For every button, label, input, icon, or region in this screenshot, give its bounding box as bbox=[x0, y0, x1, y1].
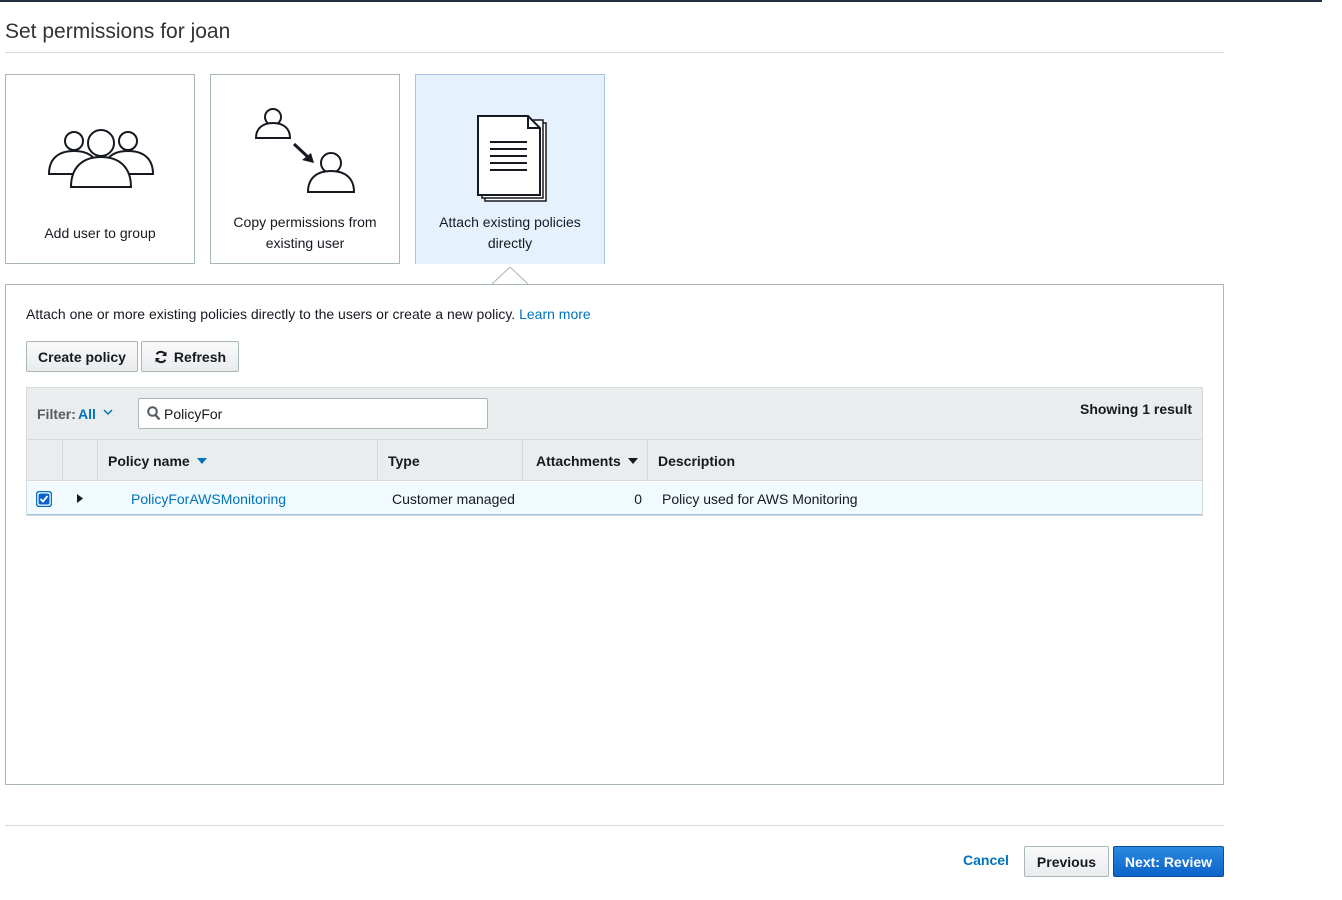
filter-dropdown[interactable]: All bbox=[78, 406, 96, 422]
search-icon bbox=[147, 406, 161, 421]
option-label: Add user to group bbox=[44, 225, 156, 241]
description-cell: Policy used for AWS Monitoring bbox=[662, 490, 858, 507]
option-label: Copy permissions from existing user bbox=[233, 214, 377, 251]
top-bar bbox=[0, 0, 1322, 2]
copy-user-icon bbox=[254, 108, 356, 193]
policy-name-cell: PolicyForAWSMonitoring bbox=[131, 482, 286, 515]
type-cell: Customer managed bbox=[392, 490, 515, 507]
results-count: Showing 1 result bbox=[1079, 401, 1192, 417]
column-label: Policy name bbox=[108, 452, 190, 469]
table-toolbar: Filter: All Showing 1 result bbox=[27, 388, 1202, 440]
option-add-user-to-group[interactable]: Add user to group bbox=[5, 74, 195, 264]
column-header-description[interactable]: Description bbox=[647, 440, 1202, 481]
row-expand-toggle[interactable] bbox=[77, 482, 83, 515]
search-input[interactable] bbox=[164, 403, 479, 425]
next-review-button[interactable]: Next: Review bbox=[1113, 846, 1224, 877]
policy-name-link[interactable]: PolicyForAWSMonitoring bbox=[131, 491, 286, 507]
refresh-icon bbox=[155, 350, 167, 363]
footer-divider bbox=[5, 825, 1224, 826]
option-label: Attach existing policies directly bbox=[439, 214, 581, 251]
column-header-attachments[interactable]: Attachments bbox=[522, 440, 647, 481]
sort-icon bbox=[627, 457, 638, 464]
previous-button[interactable]: Previous bbox=[1024, 846, 1109, 877]
intro-text: Attach one or more existing policies dir… bbox=[26, 306, 516, 322]
page-title: Set permissions for joan bbox=[5, 20, 231, 43]
cancel-button[interactable]: Cancel bbox=[963, 852, 1009, 868]
panel-intro: Attach one or more existing policies dir… bbox=[26, 306, 591, 322]
column-header-policy-name[interactable]: Policy name bbox=[97, 440, 377, 481]
caret-right-icon bbox=[77, 494, 83, 503]
chevron-down-icon[interactable] bbox=[103, 408, 113, 416]
attachments-cell: 0 bbox=[634, 490, 642, 507]
create-policy-button[interactable]: Create policy bbox=[26, 341, 138, 372]
policy-document-icon bbox=[477, 115, 547, 202]
header-select-column bbox=[27, 440, 62, 481]
refresh-button[interactable]: Refresh bbox=[141, 341, 239, 372]
selection-pointer bbox=[492, 267, 528, 285]
column-label: Description bbox=[658, 452, 736, 469]
policies-table: Filter: All Showing 1 result Policy name… bbox=[26, 387, 1203, 516]
filter-label: Filter: bbox=[37, 406, 76, 422]
column-label: Attachments bbox=[536, 452, 621, 469]
title-divider bbox=[5, 52, 1224, 53]
header-expand-column bbox=[62, 440, 97, 481]
refresh-label: Refresh bbox=[173, 348, 227, 365]
option-attach-policies[interactable]: Attach existing policies directly bbox=[415, 74, 605, 264]
column-header-type[interactable]: Type bbox=[377, 440, 522, 481]
learn-more-link[interactable]: Learn more bbox=[519, 306, 591, 322]
column-label: Type bbox=[388, 452, 420, 469]
checkbox-checked-icon[interactable] bbox=[36, 490, 52, 507]
row-checkbox[interactable] bbox=[36, 482, 52, 515]
users-group-icon bbox=[47, 129, 155, 188]
table-row[interactable]: PolicyForAWSMonitoring Customer managed … bbox=[27, 482, 1202, 515]
table-header: Policy name Type Attachments Description bbox=[27, 440, 1202, 481]
sort-desc-icon bbox=[196, 457, 207, 464]
option-copy-permissions[interactable]: Copy permissions from existing user bbox=[210, 74, 400, 264]
search-box[interactable] bbox=[138, 398, 488, 429]
